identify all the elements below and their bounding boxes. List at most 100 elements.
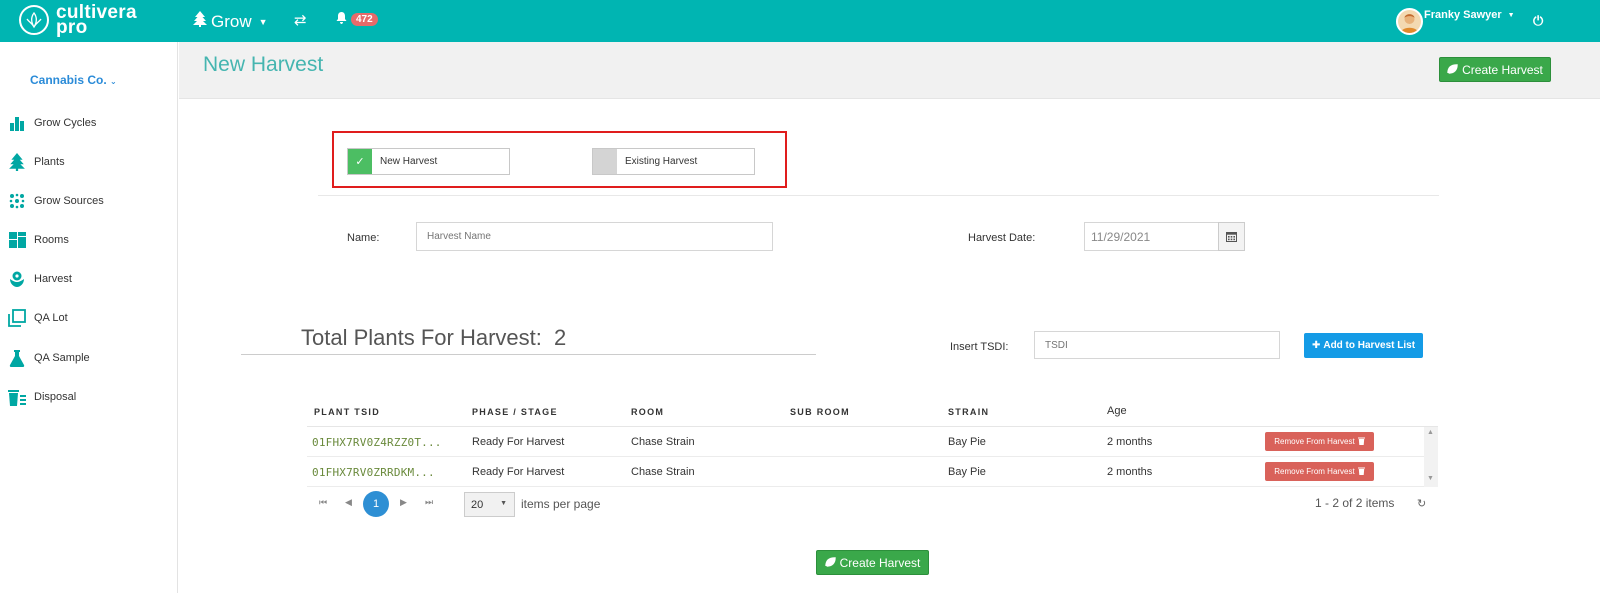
page-size-select[interactable]: 20 ▼ <box>464 492 515 517</box>
company-name: Cannabis Co. <box>30 73 107 87</box>
leaf-icon <box>824 556 836 570</box>
user-menu[interactable]: Franky Sawyer ▼ <box>1424 9 1515 21</box>
items-per-page-label: items per page <box>521 497 601 511</box>
sidebar-item-rooms[interactable]: Rooms <box>8 231 69 249</box>
caret-down-icon: ▼ <box>500 500 507 507</box>
cell-plant-tsid: 01FHX7RV0Z4RZZ0T... <box>312 436 442 449</box>
sidebar-item-grow-cycles[interactable]: Grow Cycles <box>8 114 96 132</box>
tree-icon <box>193 11 207 32</box>
cell-plant-tsid: 01FHX7RV0ZRRDKM... <box>312 466 435 479</box>
footer-create-harvest-button[interactable]: Create Harvest <box>816 550 929 575</box>
grow-menu[interactable]: Grow ▼ <box>193 11 268 32</box>
column-header-age[interactable]: Age <box>1107 405 1127 417</box>
sidebar-item-harvest[interactable]: Harvest <box>8 270 72 288</box>
table-row: 01FHX7RV0ZRRDKM... Ready For Harvest Cha… <box>307 457 1424 487</box>
harvest-name-input[interactable] <box>416 222 773 251</box>
column-header-sub-room[interactable]: SUB ROOM <box>790 407 850 417</box>
notification-count-badge: 472 <box>351 13 378 26</box>
copy-squares-icon <box>8 309 26 327</box>
switch-arrows-icon[interactable]: ⇄ <box>294 11 307 29</box>
remove-from-harvest-button[interactable]: Remove From Harvest <box>1265 432 1374 451</box>
previous-page-icon[interactable]: ◀ <box>345 497 352 508</box>
flask-icon <box>8 349 26 367</box>
trash-icon <box>1357 467 1365 477</box>
sidebar-item-label: QA Sample <box>34 352 90 364</box>
bell-icon <box>336 12 347 27</box>
logo-leaf-icon <box>19 5 49 35</box>
scroll-down-arrow-icon[interactable]: ▼ <box>1427 475 1434 482</box>
bar-chart-icon <box>8 114 26 132</box>
chevron-down-icon: ⌄ <box>110 77 117 86</box>
power-icon[interactable]: ⏻ <box>1533 13 1543 29</box>
company-selector[interactable]: Cannabis Co. ⌄ <box>30 73 117 87</box>
sidebar-item-label: QA Lot <box>34 312 68 324</box>
tsdi-input[interactable] <box>1034 331 1280 359</box>
current-page-button[interactable]: 1 <box>363 491 389 517</box>
existing-harvest-toggle[interactable]: Existing Harvest <box>592 148 755 175</box>
refresh-icon[interactable]: ↻ <box>1417 497 1426 510</box>
leaf-icon <box>1447 63 1458 77</box>
sidebar-item-qa-lot[interactable]: QA Lot <box>8 309 68 327</box>
sidebar-item-label: Grow Cycles <box>34 117 97 129</box>
page-title: New Harvest <box>203 53 324 76</box>
column-header-plant-tsid[interactable]: PLANT TSID <box>314 407 380 417</box>
sidebar-item-plants[interactable]: Plants <box>8 153 65 171</box>
unchecked-box-icon <box>593 149 617 174</box>
sidebar-item-disposal[interactable]: Disposal <box>8 388 76 406</box>
grid-pager: ⏮ ◀ 1 ▶ ⏭ 20 ▼ items per page 1 - 2 of 2… <box>307 490 1438 520</box>
user-avatar[interactable] <box>1396 8 1423 35</box>
trash-list-icon <box>8 388 26 406</box>
total-plants-heading: Total Plants For Harvest: 2 <box>301 325 566 351</box>
create-harvest-button[interactable]: Create Harvest <box>1439 57 1551 82</box>
sidebar-item-qa-sample[interactable]: QA Sample <box>8 349 90 367</box>
add-to-harvest-list-button[interactable]: ✚ Add to Harvest List <box>1304 333 1423 358</box>
cultivera-logo[interactable]: cultivera pro <box>19 3 137 37</box>
column-header-room[interactable]: ROOM <box>631 407 664 417</box>
chevron-down-icon: ▼ <box>1507 11 1515 19</box>
harvest-date-input[interactable]: 11/29/2021 <box>1084 222 1219 251</box>
column-header-strain[interactable]: STRAIN <box>948 407 989 417</box>
new-harvest-toggle[interactable]: ✓ New Harvest <box>347 148 510 175</box>
grow-menu-label: Grow <box>211 11 252 31</box>
sidebar-item-label: Rooms <box>34 234 69 246</box>
grid-scrollbar[interactable]: ▲ ▼ <box>1424 427 1438 487</box>
create-harvest-label: Create Harvest <box>1462 62 1543 77</box>
first-page-icon[interactable]: ⏮ <box>319 497 327 508</box>
top-navbar: cultivera pro Grow ▼ ⇄ 472 Franky Sawyer… <box>0 0 1600 42</box>
sidebar-item-label: Harvest <box>34 273 72 285</box>
last-page-icon[interactable]: ⏭ <box>425 497 433 508</box>
remove-label: Remove From Harvest <box>1274 437 1355 446</box>
calendar-icon[interactable] <box>1218 222 1245 251</box>
existing-harvest-toggle-label: Existing Harvest <box>625 156 698 167</box>
cell-phase: Ready For Harvest <box>472 436 565 448</box>
seeds-icon <box>8 192 26 210</box>
sidebar-item-label: Plants <box>34 156 65 168</box>
sidebar-item-label: Disposal <box>34 391 77 403</box>
cell-room: Chase Strain <box>631 436 695 448</box>
footer-create-harvest-label: Create Harvest <box>839 555 921 570</box>
cell-strain: Bay Pie <box>948 436 986 448</box>
cell-phase: Ready For Harvest <box>472 466 565 478</box>
trash-icon <box>1357 437 1365 447</box>
add-to-harvest-list-label: Add to Harvest List <box>1323 340 1416 351</box>
scroll-up-arrow-icon[interactable]: ▲ <box>1427 429 1434 436</box>
table-row: 01FHX7RV0Z4RZZ0T... Ready For Harvest Ch… <box>307 427 1424 457</box>
sidebar-item-label: Grow Sources <box>34 195 104 207</box>
harvest-date-label: Harvest Date: <box>968 232 1036 244</box>
total-plants-label: Total Plants For Harvest: <box>301 325 542 350</box>
next-page-icon[interactable]: ▶ <box>400 497 407 508</box>
name-label: Name: <box>347 232 380 244</box>
harvest-flower-icon <box>8 270 26 288</box>
cell-age: 2 months <box>1107 436 1153 448</box>
column-header-phase-stage[interactable]: PHASE / STAGE <box>472 407 558 417</box>
remove-from-harvest-button[interactable]: Remove From Harvest <box>1265 462 1374 481</box>
tree-icon <box>8 153 26 171</box>
notifications-button[interactable]: 472 <box>336 12 378 27</box>
sidebar-item-grow-sources[interactable]: Grow Sources <box>8 192 104 210</box>
plants-grid: PLANT TSID PHASE / STAGE ROOM SUB ROOM S… <box>307 399 1438 520</box>
pager-info: 1 - 2 of 2 items <box>1315 496 1395 510</box>
new-harvest-toggle-label: New Harvest <box>380 156 438 167</box>
page-header: New Harvest Create Harvest <box>179 42 1600 99</box>
total-underline <box>241 354 816 355</box>
insert-tsdi-label: Insert TSDI: <box>950 341 1009 353</box>
